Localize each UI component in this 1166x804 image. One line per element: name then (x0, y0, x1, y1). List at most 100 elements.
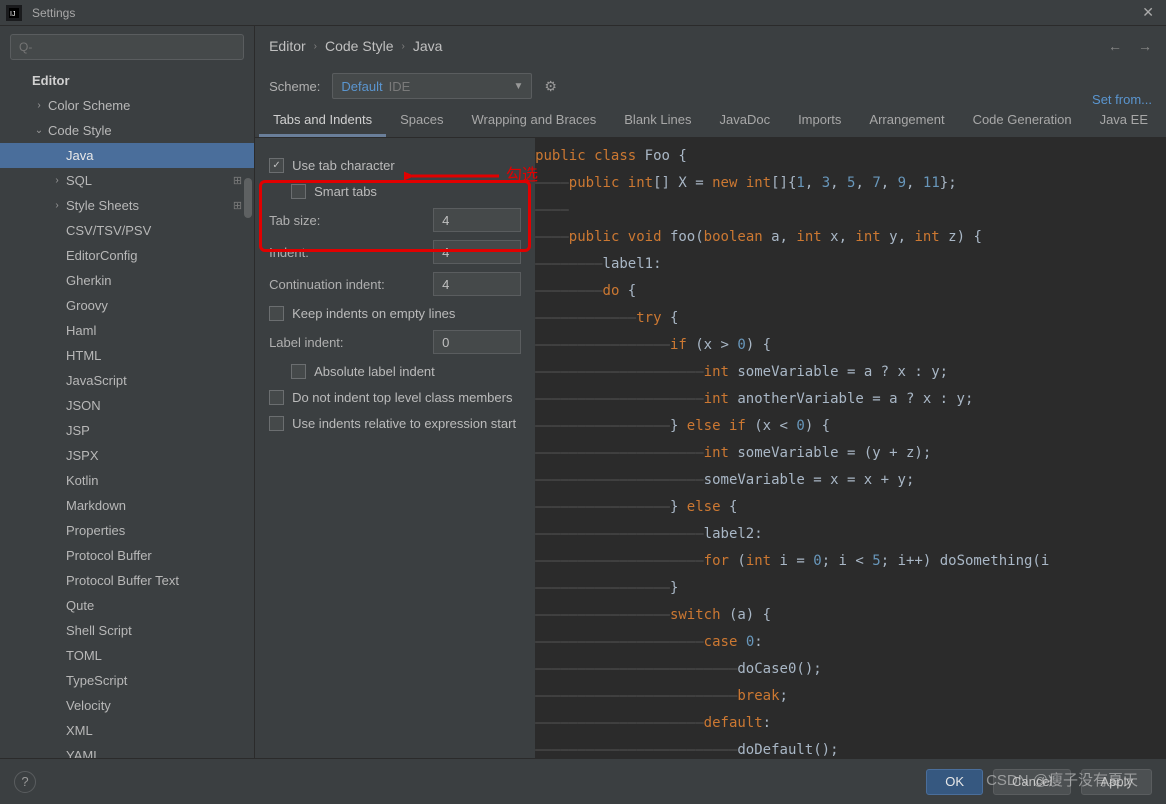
tree-item-protocol-buffer-text[interactable]: Protocol Buffer Text (0, 568, 254, 593)
code-line: ————————————————————————doDefault(); (535, 736, 1166, 758)
tab-tabs-and-indents[interactable]: Tabs and Indents (259, 106, 386, 137)
tree-item-velocity[interactable]: Velocity (0, 693, 254, 718)
continuation-indent-input[interactable] (433, 272, 521, 296)
code-line: ————————————————————int someVariable = (… (535, 439, 1166, 466)
tree-item-java[interactable]: Java (0, 143, 254, 168)
window-title: Settings (32, 6, 75, 20)
breadcrumb-part[interactable]: Editor (269, 38, 306, 54)
tab-arrangement[interactable]: Arrangement (855, 106, 958, 137)
tab-blank-lines[interactable]: Blank Lines (610, 106, 705, 137)
code-line: ————public void foo(boolean a, int x, in… (535, 223, 1166, 250)
tree-item-kotlin[interactable]: Kotlin (0, 468, 254, 493)
tree-item-color-scheme[interactable]: ›Color Scheme (0, 93, 254, 118)
code-line: ————public int[] X = new int[]{1, 3, 5, … (535, 169, 1166, 196)
code-line: ————————do { (535, 277, 1166, 304)
tree-item-protocol-buffer[interactable]: Protocol Buffer (0, 543, 254, 568)
svg-text:IJ: IJ (10, 11, 15, 18)
tab-spaces[interactable]: Spaces (386, 106, 457, 137)
label-indent-row: Label indent: (269, 326, 521, 358)
tree-item-style-sheets[interactable]: ›Style Sheets⊞ (0, 193, 254, 218)
tree-item-label: TypeScript (66, 673, 127, 688)
gear-icon[interactable]: ⚙ (544, 78, 557, 95)
tree-item-label: Protocol Buffer Text (66, 573, 179, 588)
tab-wrapping-and-braces[interactable]: Wrapping and Braces (457, 106, 610, 137)
footer: ? OK Cancel Apply (0, 758, 1166, 804)
tree-item-shell-script[interactable]: Shell Script (0, 618, 254, 643)
ok-button[interactable]: OK (926, 769, 983, 795)
code-line: ————————————————switch (a) { (535, 601, 1166, 628)
scheme-label: Scheme: (269, 79, 320, 94)
tree-item-label: JSON (66, 398, 101, 413)
tab-imports[interactable]: Imports (784, 106, 855, 137)
back-icon[interactable]: ← (1108, 38, 1122, 54)
do-not-indent-top-checkbox[interactable] (269, 390, 284, 405)
tree-item-code-style[interactable]: ⌄Code Style (0, 118, 254, 143)
tree-item-qute[interactable]: Qute (0, 593, 254, 618)
smart-tabs-row: Smart tabs (269, 178, 521, 204)
tree-item-markdown[interactable]: Markdown (0, 493, 254, 518)
tree-item-label: Properties (66, 523, 125, 538)
tree-item-jsp[interactable]: JSP (0, 418, 254, 443)
tree-item-editor[interactable]: Editor (0, 68, 254, 93)
main-panel: Editor › Code Style › Java ← → Scheme: D… (255, 26, 1166, 758)
checkbox-label: Absolute label indent (314, 364, 435, 379)
code-line: ————————————try { (535, 304, 1166, 331)
use-indents-relative-checkbox[interactable] (269, 416, 284, 431)
breadcrumb-part[interactable]: Java (413, 38, 443, 54)
breadcrumb-part[interactable]: Code Style (325, 38, 393, 54)
code-line: ———— (535, 196, 1166, 223)
tree-item-properties[interactable]: Properties (0, 518, 254, 543)
tree-item-html[interactable]: HTML (0, 343, 254, 368)
tree-item-label: HTML (66, 348, 101, 363)
indent-input[interactable] (433, 240, 521, 264)
code-line: ————————————————————label2: (535, 520, 1166, 547)
code-line: ————————————————————case 0: (535, 628, 1166, 655)
scheme-select[interactable]: Default IDE ▼ (332, 73, 532, 99)
tab-java-ee[interactable]: Java EE (1086, 106, 1162, 137)
cancel-button[interactable]: Cancel (993, 769, 1071, 795)
tree-item-yaml[interactable]: YAML (0, 743, 254, 758)
forward-icon[interactable]: → (1138, 38, 1152, 54)
tree-item-javascript[interactable]: JavaScript (0, 368, 254, 393)
close-icon[interactable]: ✕ (1142, 4, 1154, 21)
tree-arrow-icon: › (32, 100, 46, 111)
tree-item-xml[interactable]: XML (0, 718, 254, 743)
label-indent-label: Label indent: (269, 335, 343, 350)
tree-item-jspx[interactable]: JSPX (0, 443, 254, 468)
tree-item-typescript[interactable]: TypeScript (0, 668, 254, 693)
continuation-indent-label: Continuation indent: (269, 277, 385, 292)
do-not-indent-top-row: Do not indent top level class members (269, 384, 521, 410)
code-preview: public class Foo {————public int[] X = n… (535, 138, 1166, 758)
tree-item-haml[interactable]: Haml (0, 318, 254, 343)
tree-item-gherkin[interactable]: Gherkin (0, 268, 254, 293)
breadcrumb: Editor › Code Style › Java ← → (255, 26, 1166, 66)
code-line: ————————————————————default: (535, 709, 1166, 736)
tree-item-groovy[interactable]: Groovy (0, 293, 254, 318)
tree-item-label: TOML (66, 648, 102, 663)
absolute-label-indent-checkbox[interactable] (291, 364, 306, 379)
apply-button[interactable]: Apply (1081, 769, 1152, 795)
tree-item-toml[interactable]: TOML (0, 643, 254, 668)
set-from-link[interactable]: Set from... (1092, 92, 1152, 107)
label-indent-input[interactable] (433, 330, 521, 354)
tree-item-editorconfig[interactable]: EditorConfig (0, 243, 254, 268)
tree-item-json[interactable]: JSON (0, 393, 254, 418)
tab-size-row: Tab size: (269, 204, 521, 236)
tree-item-csv-tsv-psv[interactable]: CSV/TSV/PSV (0, 218, 254, 243)
keep-indents-checkbox[interactable] (269, 306, 284, 321)
tree-item-label: Java (66, 148, 93, 163)
help-icon[interactable]: ? (14, 771, 36, 793)
tree-item-label: CSV/TSV/PSV (66, 223, 151, 238)
tab-size-input[interactable] (433, 208, 521, 232)
search-input[interactable] (10, 34, 244, 60)
use-tab-character-checkbox[interactable] (269, 158, 284, 173)
tree-item-label: XML (66, 723, 93, 738)
tab-code-generation[interactable]: Code Generation (959, 106, 1086, 137)
tree-item-sql[interactable]: ›SQL⊞ (0, 168, 254, 193)
tree-item-label: JSP (66, 423, 90, 438)
checkbox-label: Use tab character (292, 158, 395, 173)
tab-javadoc[interactable]: JavaDoc (705, 106, 784, 137)
tree-item-label: SQL (66, 173, 92, 188)
settings-tree[interactable]: Editor›Color Scheme⌄Code StyleJava›SQL⊞›… (0, 68, 254, 758)
smart-tabs-checkbox[interactable] (291, 184, 306, 199)
